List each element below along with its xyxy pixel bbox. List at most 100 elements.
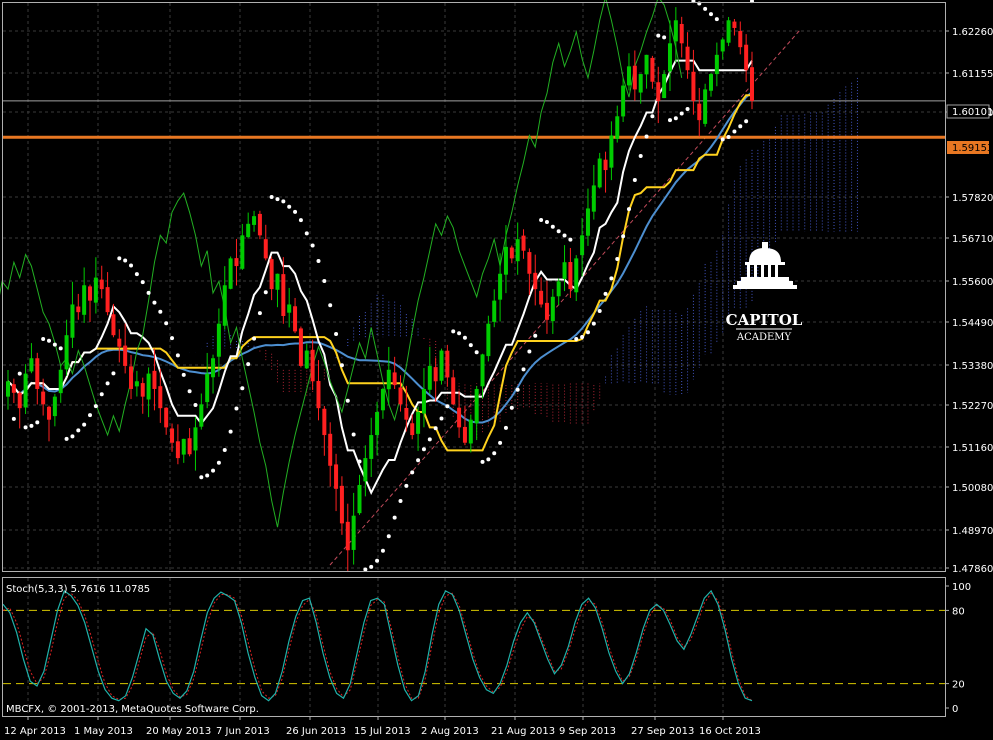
candle-body[interactable] [129, 366, 134, 389]
candle-body[interactable] [351, 515, 356, 550]
candle-body[interactable] [228, 258, 233, 289]
candle-body[interactable] [123, 345, 128, 366]
candle-body[interactable] [632, 65, 637, 90]
candle-body[interactable] [580, 235, 585, 256]
candle-body[interactable] [486, 323, 491, 357]
candle-body[interactable] [515, 239, 520, 262]
candle-body[interactable] [626, 66, 631, 86]
candle-body[interactable] [474, 388, 479, 424]
candle-body[interactable] [673, 20, 678, 42]
candle-body[interactable] [298, 328, 303, 366]
candle-body[interactable] [621, 85, 626, 117]
candle-body[interactable] [199, 404, 204, 427]
candle-body[interactable] [498, 273, 503, 300]
candle-body[interactable] [111, 314, 116, 336]
candle-body[interactable] [468, 419, 473, 444]
candle-body[interactable] [187, 438, 192, 455]
candle-body[interactable] [134, 381, 139, 387]
candle-body[interactable] [380, 388, 385, 411]
candle-body[interactable] [35, 358, 40, 389]
candle-body[interactable] [392, 372, 397, 386]
candle-body[interactable] [656, 82, 661, 101]
candle-body[interactable] [644, 54, 649, 75]
candle-body[interactable] [591, 185, 596, 212]
candle-body[interactable] [750, 67, 754, 101]
candle-body[interactable] [744, 44, 749, 71]
candle-body[interactable] [732, 21, 737, 28]
candle-body[interactable] [410, 423, 415, 436]
candle-body[interactable] [726, 20, 731, 43]
candle-body[interactable] [6, 381, 10, 397]
candle-body[interactable] [82, 285, 87, 315]
candle-body[interactable] [439, 350, 444, 381]
candle-body[interactable] [603, 159, 608, 171]
candle-body[interactable] [503, 246, 508, 275]
candle-body[interactable] [667, 43, 672, 72]
candle-body[interactable] [52, 396, 57, 417]
candle-body[interactable] [181, 438, 186, 455]
candle-body[interactable] [216, 323, 221, 357]
candle-body[interactable] [697, 103, 702, 121]
candle-body[interactable] [533, 272, 538, 290]
candle-body[interactable] [451, 377, 456, 405]
candle-body[interactable] [252, 216, 257, 225]
candle-body[interactable] [158, 386, 163, 409]
candle-body[interactable] [386, 369, 391, 390]
candle-body[interactable] [11, 384, 16, 393]
candle-body[interactable] [375, 412, 380, 436]
candle-body[interactable] [287, 304, 292, 313]
candle-body[interactable] [539, 290, 544, 305]
candle-body[interactable] [334, 464, 339, 489]
candle-body[interactable] [521, 235, 526, 251]
candle-body[interactable] [205, 373, 210, 403]
candle-body[interactable] [369, 435, 374, 459]
candle-body[interactable] [257, 213, 262, 236]
candle-body[interactable] [234, 258, 239, 267]
trading-chart[interactable]: CAPITOL ACADEMY 1.622601.611551.599301.5… [0, 0, 993, 740]
candle-body[interactable] [585, 208, 590, 236]
candle-body[interactable] [433, 367, 438, 382]
candle-body[interactable] [339, 485, 344, 524]
candle-body[interactable] [703, 89, 708, 124]
candle-body[interactable] [70, 304, 75, 338]
candle-body[interactable] [222, 285, 227, 326]
candle-body[interactable] [345, 521, 350, 551]
candle-body[interactable] [421, 388, 426, 414]
candle-body[interactable] [146, 373, 151, 400]
candle-body[interactable] [240, 235, 245, 269]
candle-body[interactable] [281, 274, 286, 316]
candle-body[interactable] [322, 408, 327, 436]
candle-body[interactable] [720, 39, 725, 52]
candle-body[interactable] [492, 300, 497, 322]
candle-body[interactable] [556, 281, 561, 297]
candle-body[interactable] [398, 387, 403, 405]
candle-body[interactable] [462, 426, 467, 443]
candle-body[interactable] [246, 223, 251, 238]
candle-body[interactable] [457, 407, 462, 428]
candle-body[interactable] [416, 412, 421, 434]
candle-body[interactable] [58, 369, 63, 394]
candle-body[interactable] [427, 365, 432, 390]
candle-body[interactable] [404, 407, 409, 420]
candle-body[interactable] [93, 277, 98, 303]
candle-body[interactable] [574, 258, 579, 293]
candle-body[interactable] [615, 116, 620, 139]
candle-body[interactable] [562, 262, 567, 279]
candle-body[interactable] [263, 239, 268, 259]
candle-body[interactable] [509, 247, 514, 259]
candle-body[interactable] [23, 373, 28, 408]
candle-body[interactable] [357, 484, 362, 514]
candle-body[interactable] [638, 74, 643, 93]
candle-body[interactable] [140, 383, 145, 397]
candle-body[interactable] [64, 335, 69, 370]
candle-body[interactable] [662, 74, 667, 99]
candle-body[interactable] [691, 71, 696, 101]
candle-body[interactable] [269, 259, 274, 290]
candle-body[interactable] [17, 392, 22, 409]
candle-body[interactable] [170, 428, 175, 443]
candle-body[interactable] [76, 306, 81, 313]
candle-body[interactable] [105, 287, 110, 313]
candle-body[interactable] [363, 458, 368, 482]
candle-body[interactable] [527, 252, 532, 274]
candle-body[interactable] [193, 427, 198, 451]
